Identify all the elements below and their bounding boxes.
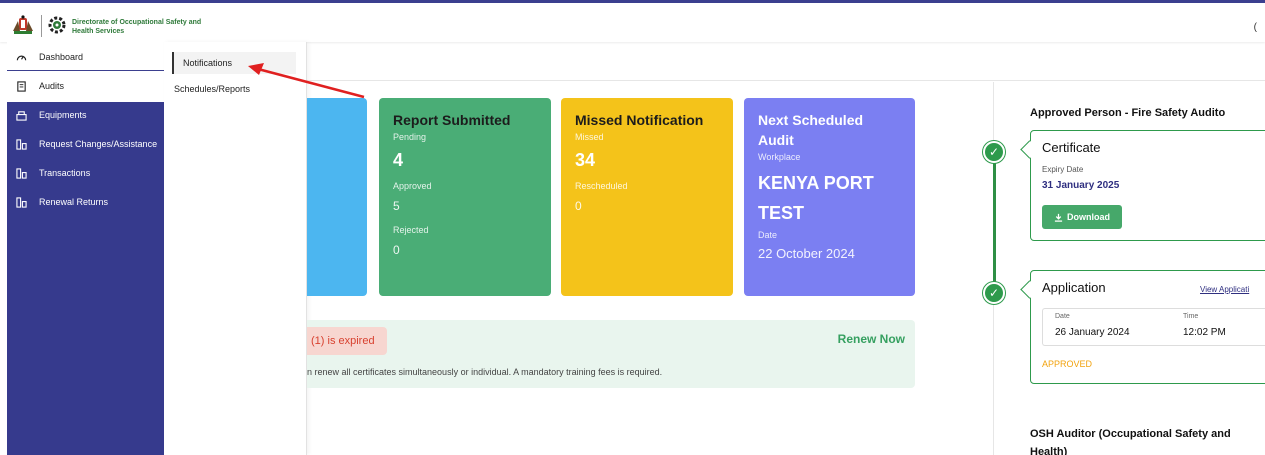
- sidebar-item-renewal-returns[interactable]: Renewal Returns: [7, 189, 164, 215]
- check-icon: ✓: [983, 282, 1005, 304]
- date-value: 26 January 2024: [1055, 327, 1130, 338]
- application-card: Application View Applicati Date 26 Janua…: [1030, 270, 1265, 384]
- time-value: 12:02 PM: [1183, 327, 1226, 338]
- missed-notification-card: Missed Notification Missed 34 Reschedule…: [561, 98, 733, 296]
- sidebar: Dashboard Audits Equipments Request Chan…: [7, 42, 164, 455]
- pending-value: 4: [393, 150, 404, 170]
- approved-value: 5: [393, 199, 400, 213]
- sidebar-item-label: Request Changes/Assistance: [39, 139, 158, 149]
- workplace-label: Workplace: [758, 152, 801, 162]
- sidebar-item-audits[interactable]: Audits: [7, 73, 164, 99]
- equipment-icon: [15, 109, 27, 121]
- expired-badge: (1) is expired: [307, 327, 387, 355]
- gear-logo-icon: [48, 16, 66, 34]
- report-submitted-card: Report Submitted Pending 4 Approved 5 Re…: [379, 98, 551, 296]
- request-icon: [15, 138, 27, 150]
- date-label: Date: [758, 230, 778, 240]
- download-label: Download: [1067, 212, 1110, 222]
- card-title: Missed Notification: [575, 112, 704, 128]
- coat-of-arms-icon: [13, 15, 33, 34]
- sidebar-item-label: Transactions: [39, 168, 91, 178]
- organization-name: Directorate of Occupational Safety and H…: [72, 19, 202, 35]
- certificate-title: Certificate: [1042, 140, 1101, 155]
- missed-label: Missed: [575, 132, 604, 142]
- approved-label: Approved: [393, 181, 432, 191]
- top-header: Directorate of Occupational Safety and H…: [0, 0, 1265, 42]
- sidebar-item-label: Audits: [39, 81, 65, 91]
- sidebar-item-dashboard[interactable]: Dashboard: [7, 44, 164, 70]
- expiry-label: Expiry Date: [1042, 165, 1084, 174]
- rescheduled-value: 0: [575, 199, 582, 213]
- sidebar-item-equipments[interactable]: Equipments: [7, 102, 164, 128]
- renewal-icon: [15, 196, 27, 208]
- header-right-mark: (: [1253, 22, 1257, 33]
- sidebar-item-transactions[interactable]: Transactions: [7, 160, 164, 186]
- missed-value: 34: [575, 150, 596, 170]
- section-title: OSH Auditor (Occupational Safety and Hea…: [1030, 428, 1231, 455]
- download-icon: [1054, 213, 1063, 222]
- view-application-link[interactable]: View Applicati: [1200, 285, 1249, 294]
- submenu-item-schedules-reports[interactable]: Schedules/Reports: [174, 78, 298, 100]
- date-label: Date: [1055, 313, 1070, 320]
- main-top-divider: [307, 80, 1265, 81]
- sidebar-item-label: Equipments: [39, 110, 87, 120]
- workplace-value: KENYA PORT TEST: [758, 173, 874, 223]
- card-title: Report Submitted: [393, 112, 511, 128]
- gauge-icon: [15, 51, 27, 63]
- partial-stat-card: [307, 98, 367, 296]
- time-label: Time: [1183, 313, 1199, 320]
- header-divider: [41, 15, 42, 37]
- status-badge: APPROVED: [1042, 359, 1093, 369]
- rejected-value: 0: [393, 243, 400, 257]
- renewal-banner: (1) is expired Renew Now n renew all cer…: [307, 320, 915, 388]
- audits-submenu: Notifications Schedules/Reports: [164, 42, 307, 455]
- page: Directorate of Occupational Safety and H…: [0, 0, 1265, 455]
- rescheduled-label: Rescheduled: [575, 181, 628, 191]
- card-title: Next Scheduled Audit: [758, 112, 864, 148]
- renewal-description: n renew all certificates simultaneously …: [307, 367, 663, 377]
- transactions-icon: [15, 167, 27, 179]
- document-icon: [15, 80, 27, 92]
- expiry-value: 31 January 2025: [1042, 180, 1120, 191]
- check-icon: ✓: [983, 141, 1005, 163]
- dashboard-underline: [7, 70, 164, 71]
- renew-now-link[interactable]: Renew Now: [838, 332, 905, 346]
- download-button[interactable]: Download: [1042, 205, 1122, 229]
- application-details: Date 26 January 2024 Time 12:02 PM: [1042, 308, 1265, 346]
- sidebar-item-label: Dashboard: [39, 52, 84, 62]
- application-title: Application: [1042, 280, 1106, 295]
- date-value: 22 October 2024: [758, 246, 855, 261]
- next-scheduled-audit-card: Next Scheduled Audit Workplace KENYA POR…: [744, 98, 915, 296]
- certificate-card: Certificate Expiry Date 31 January 2025 …: [1030, 130, 1265, 241]
- sidebar-item-label: Renewal Returns: [39, 197, 109, 207]
- submenu-item-notifications[interactable]: Notifications: [172, 52, 296, 74]
- sidebar-item-request-changes[interactable]: Request Changes/Assistance: [7, 131, 164, 157]
- timeline-line: [993, 152, 996, 292]
- section-title: Approved Person - Fire Safety Audito: [1030, 107, 1226, 119]
- pending-label: Pending: [393, 132, 427, 142]
- rejected-label: Rejected: [393, 225, 429, 235]
